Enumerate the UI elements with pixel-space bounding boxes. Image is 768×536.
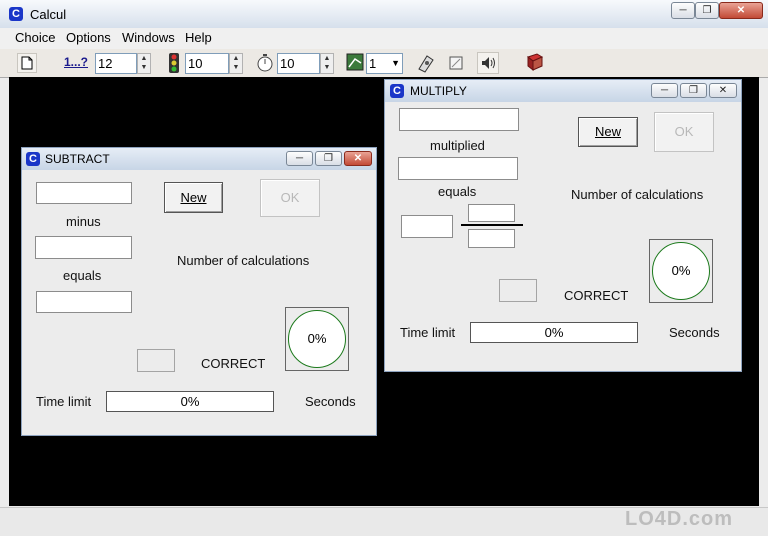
menu-options[interactable]: Options: [66, 30, 111, 45]
new-button[interactable]: New: [578, 117, 638, 147]
document-icon: [21, 56, 33, 70]
menu-choice[interactable]: Choice: [15, 30, 55, 45]
first-operand-field[interactable]: [399, 108, 519, 131]
spin-up-icon[interactable]: ▲: [321, 54, 333, 63]
time-progress-bar: 0%: [106, 391, 274, 412]
close-button[interactable]: ✕: [709, 83, 737, 98]
spin-up-icon[interactable]: ▲: [230, 54, 242, 63]
num-calculations-label: Number of calculations: [177, 253, 310, 268]
spin-up-icon[interactable]: ▲: [138, 54, 150, 63]
app-c-icon: C: [9, 7, 23, 21]
time-limit-label: Time limit: [36, 394, 92, 409]
score-gauge: 0%: [285, 307, 349, 371]
score-percent: 0%: [652, 242, 710, 300]
answer-numerator-field[interactable]: [468, 204, 515, 222]
calc-count-label: 1...?: [64, 55, 89, 69]
correct-label: CORRECT: [201, 356, 266, 371]
level-icon: [346, 53, 364, 71]
eraser-button[interactable]: [445, 52, 467, 74]
seconds-label: Seconds: [669, 325, 720, 340]
stopwatch-icon: [255, 53, 275, 73]
correct-label: CORRECT: [564, 288, 629, 303]
multiply-title: MULTIPLY: [410, 84, 467, 98]
first-operand-field[interactable]: [36, 182, 132, 204]
dropdown-arrow-icon[interactable]: ▼: [391, 54, 400, 73]
time-limit-label: Time limit: [400, 325, 456, 340]
multiply-titlebar: C MULTIPLY ─ ❐ ✕: [385, 80, 741, 102]
menu-bar: Choice Options Windows Help: [0, 28, 768, 50]
minimize-button[interactable]: ─: [671, 2, 695, 19]
timer-value-stepper[interactable]: ▲ ▼: [320, 53, 334, 74]
close-button[interactable]: ✕: [344, 151, 372, 166]
minimize-button[interactable]: ─: [651, 83, 678, 98]
app-c-icon: C: [26, 152, 40, 166]
operation-word-label: minus: [66, 214, 101, 229]
window-titlebar: C Calcul ─ ❐ ✕: [0, 0, 768, 29]
menu-windows[interactable]: Windows: [122, 30, 175, 45]
new-button[interactable]: New: [164, 182, 223, 213]
book-icon: [526, 53, 544, 72]
calc-count-field[interactable]: 12: [95, 53, 137, 74]
score-gauge: 0%: [649, 239, 713, 303]
new-document-button[interactable]: [17, 53, 37, 73]
toolbar: 1...? 12 ▲ ▼ 10 ▲ ▼ 10 ▲ ▼ 1 ▼: [0, 49, 768, 78]
answer-field[interactable]: [36, 291, 132, 313]
traffic-light-icon: [164, 52, 184, 74]
spin-down-icon[interactable]: ▼: [321, 63, 333, 72]
sound-button[interactable]: [477, 52, 499, 74]
level-select[interactable]: 1 ▼: [366, 53, 403, 74]
watermark-logo: LO4D.com: [625, 508, 734, 530]
minimize-button[interactable]: ─: [286, 151, 313, 166]
operation-word-label: multiplied: [430, 138, 485, 153]
fraction-bar: [461, 224, 523, 226]
window-title: Calcul: [30, 7, 67, 22]
answer-whole-field[interactable]: [401, 215, 453, 238]
timer-value-field[interactable]: 10: [277, 53, 320, 74]
seconds-label: Seconds: [305, 394, 356, 409]
spin-down-icon[interactable]: ▼: [138, 63, 150, 72]
equals-label: equals: [438, 184, 477, 199]
equals-label: equals: [63, 268, 102, 283]
subtract-titlebar: C SUBTRACT ─ ❐ ✕: [22, 148, 376, 170]
speaker-icon: [482, 57, 495, 69]
eraser-icon: [449, 56, 463, 70]
maximize-button[interactable]: ❐: [695, 2, 719, 19]
calculator-icon: [418, 55, 434, 73]
score-percent: 0%: [288, 310, 346, 368]
app-c-icon: C: [390, 84, 404, 98]
second-operand-field[interactable]: [398, 157, 518, 180]
multiply-window: C MULTIPLY ─ ❐ ✕ multiplied equals New O…: [384, 79, 742, 372]
correct-count-box: [499, 279, 537, 302]
answer-denominator-field[interactable]: [468, 229, 515, 248]
ok-button[interactable]: OK: [654, 112, 714, 152]
menu-help[interactable]: Help: [185, 30, 212, 45]
level-value: 1: [369, 56, 377, 71]
time-progress-bar: 0%: [470, 322, 638, 343]
subtract-title: SUBTRACT: [45, 152, 110, 166]
second-operand-field[interactable]: [35, 236, 132, 259]
num-calculations-label: Number of calculations: [571, 187, 704, 202]
traffic-value-field[interactable]: 10: [185, 53, 229, 74]
maximize-button[interactable]: ❐: [315, 151, 342, 166]
maximize-button[interactable]: ❐: [680, 83, 707, 98]
traffic-value-stepper[interactable]: ▲ ▼: [229, 53, 243, 74]
calc-count-stepper[interactable]: ▲ ▼: [137, 53, 151, 74]
book-button[interactable]: [524, 52, 546, 74]
close-button[interactable]: ✕: [719, 2, 763, 19]
subtract-window: C SUBTRACT ─ ❐ ✕ minus equals New OK Num…: [21, 147, 377, 436]
ok-button[interactable]: OK: [260, 179, 320, 217]
correct-count-box: [137, 349, 175, 372]
spin-down-icon[interactable]: ▼: [230, 63, 242, 72]
calculator-button[interactable]: [415, 52, 437, 74]
